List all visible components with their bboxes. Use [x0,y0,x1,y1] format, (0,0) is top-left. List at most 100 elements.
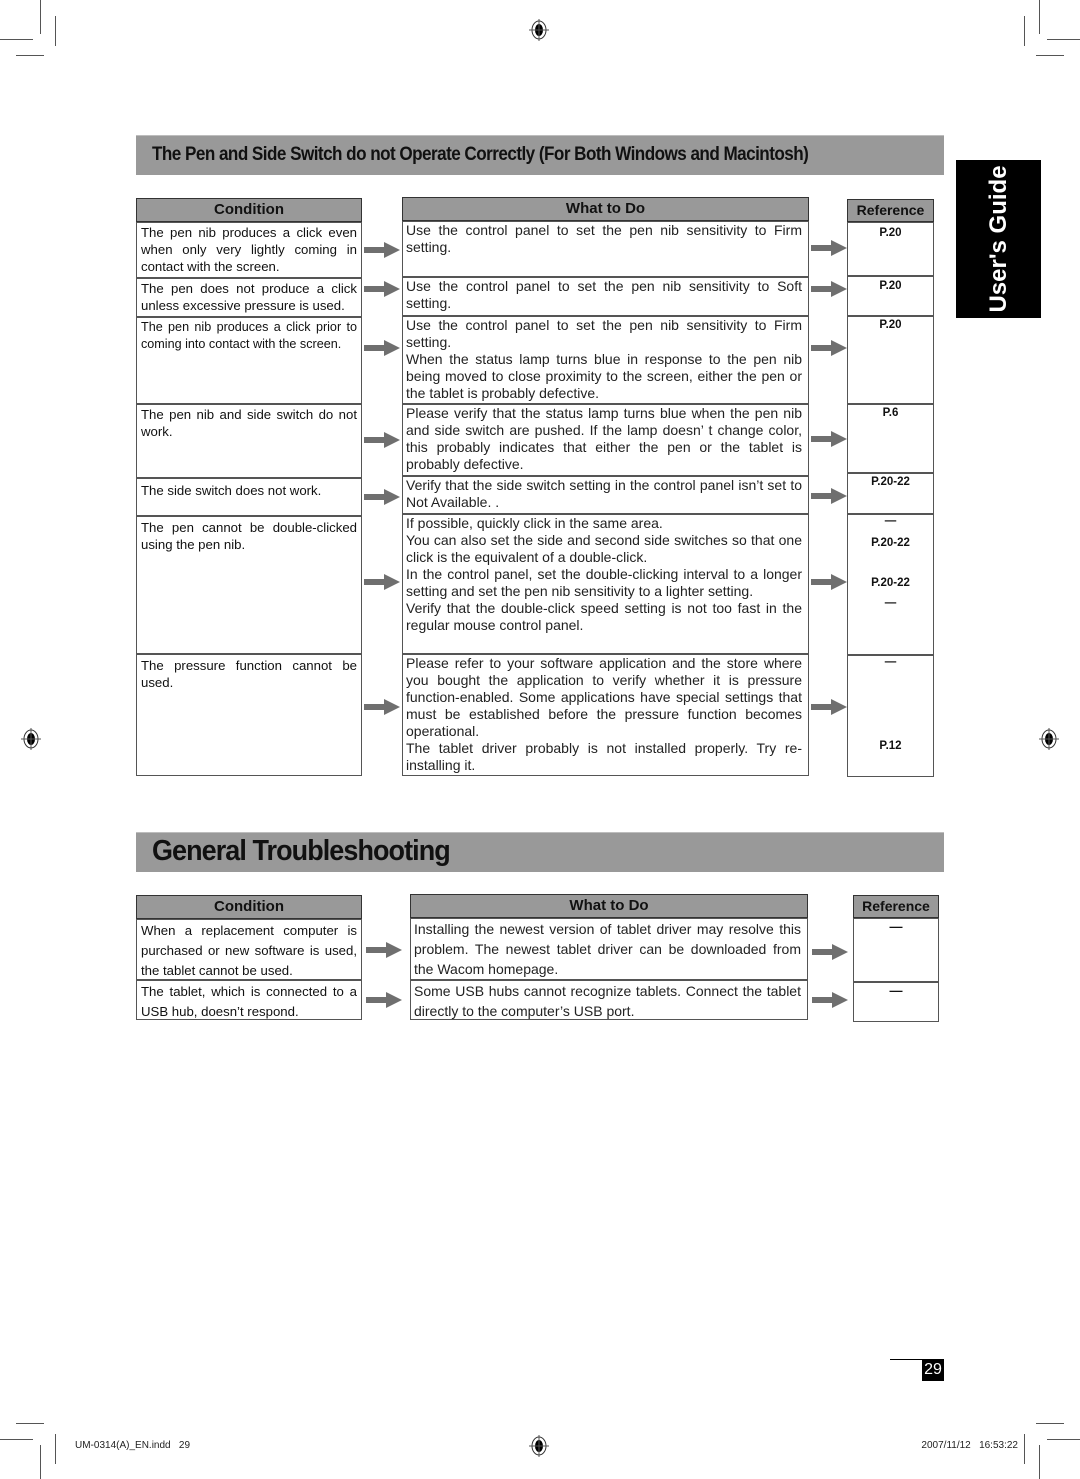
right-arrow-icon [811,699,847,715]
what-to-do-text: Please verify that the status lamp turns… [406,405,802,472]
crop-mark [40,1445,41,1479]
reference-header-label: Reference [862,898,930,914]
crop-mark [1039,1445,1040,1479]
what-to-do-text: In the control panel, set the double-cli… [406,566,802,599]
reference-dash: — [884,597,897,609]
reference-page: P.20 [879,280,902,292]
reference-header: Reference [847,199,934,222]
reference-cell: P.6 [847,404,934,473]
condition-header: Condition [136,198,362,222]
what-to-do-cell: If possible, quickly click in the same a… [402,514,809,654]
condition-cell: The pen does not produce a click unless … [136,278,362,317]
what-to-do-text: Installing the newest version of tablet … [414,921,801,977]
registration-mark-icon [21,728,41,750]
right-arrow-icon [364,699,400,715]
crop-mark [0,39,33,40]
crop-mark [1024,16,1025,46]
what-to-do-text: Use the control panel to set the pen nib… [406,222,802,255]
reference-dash: — [889,983,903,998]
reference-header: Reference [853,895,939,918]
what-to-do-cell: Please refer to your software applicatio… [402,654,809,776]
condition-cell: The tablet, which is connected to a USB … [136,980,362,1020]
what-to-do-header-label: What to Do [565,200,646,217]
crop-mark [55,1434,56,1464]
right-arrow-icon [364,242,400,258]
registration-mark-icon [529,1435,549,1457]
condition-text: The pen nib produces a click prior to co… [141,320,357,351]
what-to-do-text: Some USB hubs cannot recognize tablets. … [414,983,801,1019]
condition-header-label: Condition [214,201,284,218]
condition-text: The pressure function cannot be used. [141,658,357,690]
what-to-do-header-label: What to Do [569,897,649,914]
crop-mark [1039,0,1040,34]
right-arrow-icon [811,431,847,447]
crop-mark [0,1439,33,1440]
right-arrow-icon [812,992,848,1008]
condition-text: The side switch does not work. [141,483,322,498]
what-to-do-header: What to Do [410,894,808,918]
crop-mark [1036,55,1064,56]
reference-page: P.12 [879,740,902,752]
right-arrow-icon [364,489,400,505]
reference-page: P.20 [879,227,902,239]
right-arrow-icon [366,992,402,1008]
crop-mark [1047,1439,1080,1440]
reference-cell: — [853,918,939,982]
reference-header-label: Reference [856,202,925,218]
condition-cell: When a replacement computer is purchased… [136,919,362,980]
reference-cell: P.20 [847,276,934,316]
registration-mark-icon [529,19,549,41]
what-to-do-cell: Use the control panel to set the pen nib… [402,316,809,404]
condition-cell: The side switch does not work. [136,478,362,516]
section-title: The Pen and Side Switch do not Operate C… [152,144,809,165]
crop-mark [16,1423,44,1424]
page-number: 29 [922,1359,944,1381]
footer-file-name: UM-0314(A)_EN.indd 29 [75,1440,191,1451]
right-arrow-icon [364,574,400,590]
reference-page: P.20-22 [871,577,910,589]
what-to-do-text: When the status lamp turns blue in respo… [406,351,802,401]
right-arrow-icon [364,340,400,356]
condition-header-label: Condition [214,898,284,915]
section-title-banner: General Troubleshooting [136,832,944,872]
right-arrow-icon [366,942,402,958]
footer-timestamp: 2007/11/12 16:53:22 [921,1440,1018,1451]
condition-cell: The pen nib and side switch do not work. [136,404,362,478]
right-arrow-icon [812,944,848,960]
right-arrow-icon [364,281,400,297]
what-to-do-text: Use the control panel to set the pen nib… [406,317,802,350]
what-to-do-text: Use the control panel to set the pen nib… [406,278,802,311]
section-title-banner: The Pen and Side Switch do not Operate C… [136,135,944,175]
crop-mark [1024,1434,1025,1464]
reference-page: P.20-22 [871,476,910,488]
what-to-do-text: You can also set the side and second sid… [406,532,802,565]
crop-mark [55,16,56,46]
condition-header: Condition [136,895,362,919]
right-arrow-icon [811,574,847,590]
reference-dash: — [884,656,897,668]
what-to-do-text: The tablet driver probably is not instal… [406,740,802,773]
condition-text: The pen cannot be double-clicked using t… [141,520,357,552]
crop-mark [1036,1423,1064,1424]
page-number-rule [890,1359,922,1360]
reference-cell: — P.12 [847,655,934,777]
condition-text: The tablet, which is connected to a USB … [141,984,357,1019]
condition-text: The pen does not produce a click unless … [141,281,357,313]
reference-page: P.20 [879,319,902,331]
what-to-do-cell: Some USB hubs cannot recognize tablets. … [410,980,808,1020]
what-to-do-text: If possible, quickly click in the same a… [406,515,663,531]
what-to-do-cell: Verify that the side switch setting in t… [402,476,809,514]
what-to-do-cell: Use the control panel to set the pen nib… [402,277,809,316]
reference-page: P.20-22 [871,537,910,549]
crop-mark [16,55,44,56]
reference-dash: — [889,919,903,934]
reference-cell: P.20-22 [847,473,934,514]
crop-mark [1047,39,1080,40]
condition-text: When a replacement computer is purchased… [141,923,357,978]
condition-text: The pen nib and side switch do not work. [141,407,357,439]
what-to-do-cell: Use the control panel to set the pen nib… [402,221,809,277]
reference-cell: — [853,982,939,1022]
condition-cell: The pressure function cannot be used. [136,654,362,776]
condition-cell: The pen nib produces a click even when o… [136,222,362,278]
condition-cell: The pen nib produces a click prior to co… [136,317,362,404]
